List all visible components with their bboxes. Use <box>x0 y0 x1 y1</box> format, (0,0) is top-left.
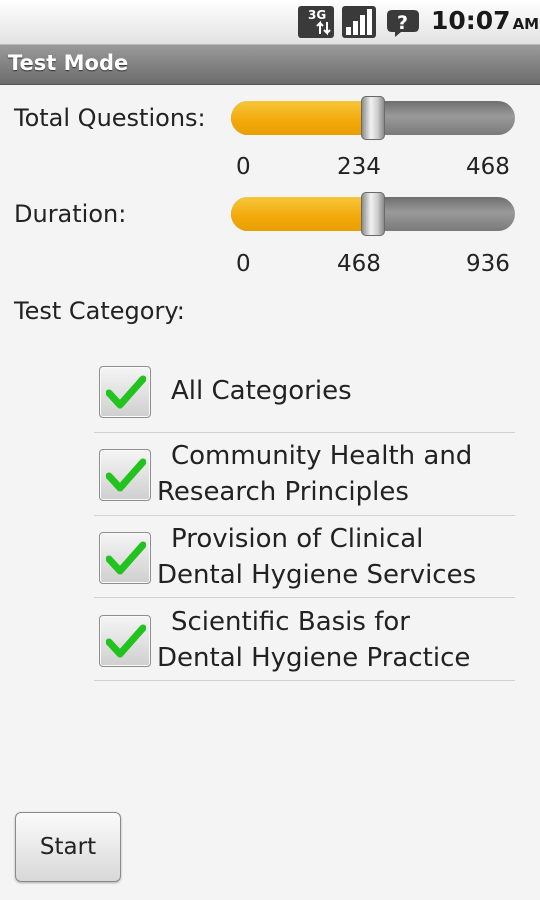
clock-ampm: AM <box>512 15 540 33</box>
scientific-basis-checkbox[interactable] <box>99 615 151 667</box>
duration-mid: 468 <box>337 251 381 277</box>
duration-slider-fill <box>231 197 373 231</box>
duration-slider-thumb[interactable] <box>361 192 385 236</box>
total-questions-slider-fill <box>231 101 373 135</box>
duration-max: 936 <box>466 251 510 277</box>
divider <box>94 597 515 598</box>
divider <box>94 680 515 681</box>
clock: 10:07 AM <box>431 6 539 35</box>
title-bar: Test Mode <box>0 45 540 85</box>
scientific-basis-label-line1[interactable]: Scientific Basis for <box>171 604 410 640</box>
checkmark-icon <box>106 375 146 409</box>
page-title: Test Mode <box>8 51 129 75</box>
clinical-services-label-line2[interactable]: Dental Hygiene Services <box>157 557 476 593</box>
svg-text:3G: 3G <box>308 8 326 22</box>
community-health-label-line1[interactable]: Community Health and <box>171 438 472 474</box>
checkmark-icon <box>106 458 146 492</box>
signal-strength-icon <box>342 6 376 38</box>
total-questions-min: 0 <box>236 154 251 180</box>
community-health-label-line2[interactable]: Research Principles <box>157 474 409 510</box>
test-category-label: Test Category: <box>14 297 185 325</box>
total-questions-max: 468 <box>466 154 510 180</box>
divider <box>94 515 515 516</box>
community-health-checkbox[interactable] <box>99 449 151 501</box>
clinical-services-checkbox[interactable] <box>99 532 151 584</box>
start-button[interactable]: Start <box>15 812 121 882</box>
total-questions-mid: 234 <box>337 154 381 180</box>
total-questions-label: Total Questions: <box>14 104 206 132</box>
all-categories-label[interactable]: All Categories <box>171 373 352 409</box>
duration-label: Duration: <box>14 200 127 228</box>
status-bar: 3G ? 10:07 AM <box>0 0 540 45</box>
checkmark-icon <box>106 624 146 658</box>
question-notification-icon: ? <box>387 10 419 37</box>
clinical-services-label-line1[interactable]: Provision of Clinical <box>171 521 423 557</box>
divider <box>94 432 515 433</box>
scientific-basis-label-line2[interactable]: Dental Hygiene Practice <box>157 640 470 676</box>
svg-text:?: ? <box>397 12 408 34</box>
checkmark-icon <box>106 541 146 575</box>
total-questions-slider-thumb[interactable] <box>361 96 385 140</box>
all-categories-checkbox[interactable] <box>99 366 151 418</box>
duration-min: 0 <box>236 251 251 277</box>
clock-time: 10:07 <box>431 6 511 35</box>
network-3g-icon: 3G <box>298 6 334 38</box>
